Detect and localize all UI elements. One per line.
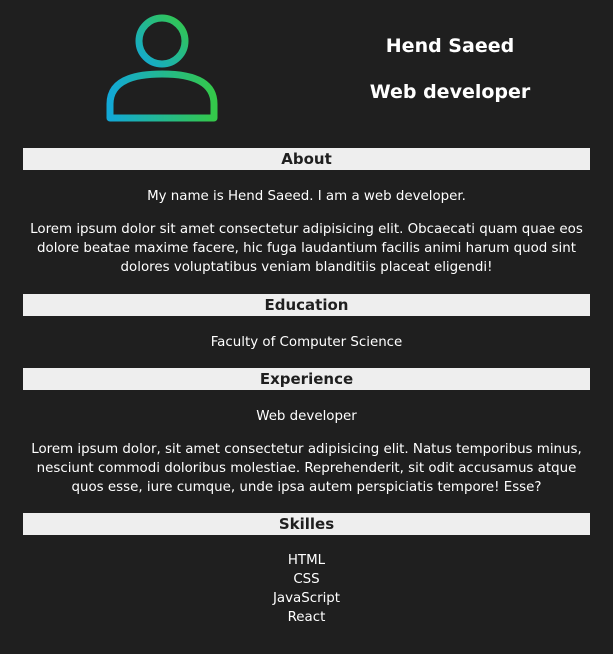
skill-item: CSS	[293, 572, 320, 587]
experience-role: Web developer	[256, 409, 357, 424]
profile-name-block: Hend Saeed Web developer	[340, 30, 560, 108]
resume-page: Hend Saeed Web developer About My name i…	[0, 0, 613, 654]
about-body: Lorem ipsum dolor sit amet consectetur a…	[30, 222, 583, 275]
education-heading: Education	[23, 294, 590, 316]
experience-section: Experience Web developer Lorem ipsum dol…	[0, 368, 613, 497]
about-section: About My name is Hend Saeed. I am a web …	[0, 148, 613, 277]
education-body: Faculty of Computer Science	[210, 335, 403, 350]
about-heading: About	[23, 148, 590, 170]
experience-body: Lorem ipsum dolor, sit amet consectetur …	[31, 442, 582, 495]
skill-item: JavaScript	[272, 591, 341, 606]
profile-role: Web developer	[369, 81, 531, 103]
skills-list: HTML CSS JavaScript React	[0, 551, 613, 627]
skills-heading: Skilles	[23, 513, 590, 535]
education-section: Education Faculty of Computer Science	[0, 294, 613, 352]
experience-heading: Experience	[23, 368, 590, 390]
skills-section: Skilles HTML CSS JavaScript React	[0, 513, 613, 627]
skill-item: React	[287, 610, 326, 625]
user-icon	[106, 14, 218, 122]
profile-name: Hend Saeed	[385, 35, 515, 57]
skill-item: HTML	[287, 553, 326, 568]
about-intro: My name is Hend Saeed. I am a web develo…	[147, 189, 466, 204]
profile-header: Hend Saeed Web developer	[0, 0, 613, 140]
